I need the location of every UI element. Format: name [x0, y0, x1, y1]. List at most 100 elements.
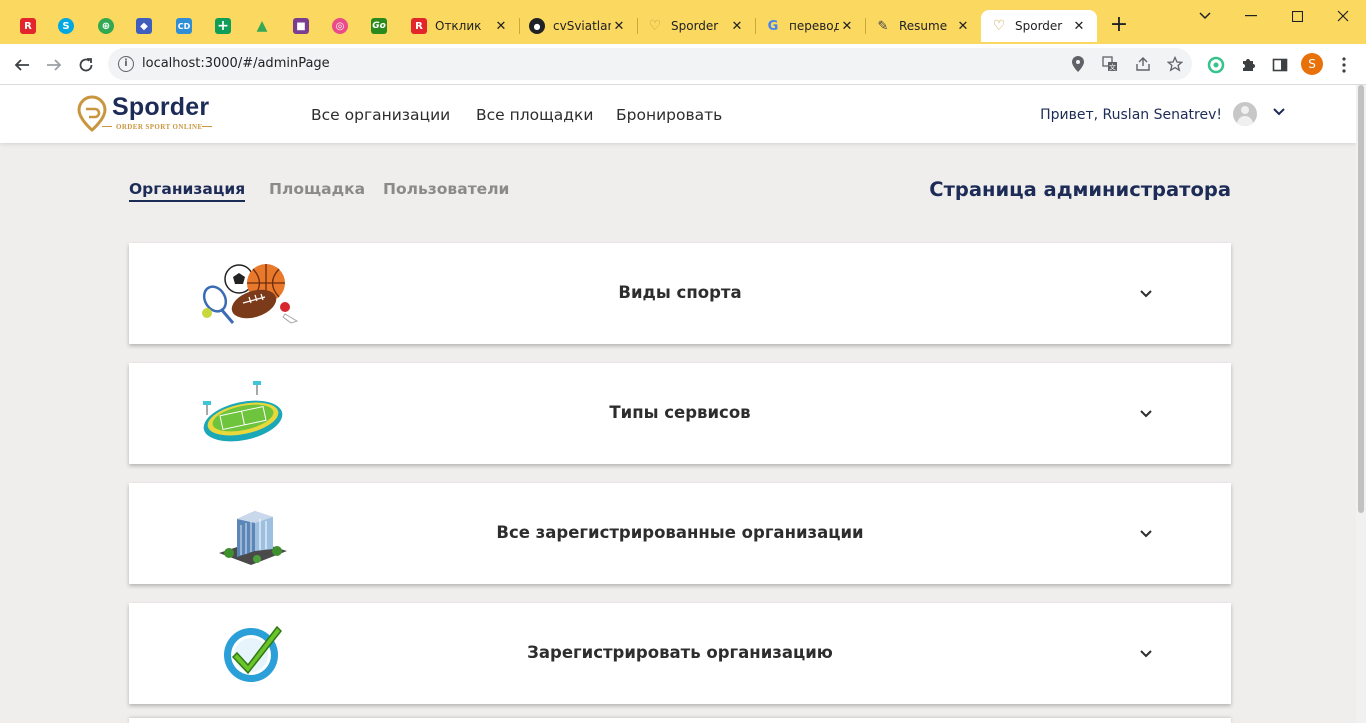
browser-toolbar: i localhost:3000/#/adminPage 文 S [0, 44, 1366, 85]
chevron-down-icon[interactable] [1139, 287, 1153, 301]
tab-translator[interactable]: G переводч ✕ [755, 10, 865, 42]
site-header: Sporder ORDER SPORT ONLINE Все организац… [0, 85, 1356, 143]
go-icon: Go [371, 18, 387, 34]
close-icon[interactable]: ✕ [839, 19, 855, 34]
url-text[interactable]: localhost:3000/#/adminPage [142, 56, 330, 71]
nav-all-venues[interactable]: Все площадки [476, 106, 593, 124]
logo-rule-right [202, 126, 212, 127]
chevron-down-icon[interactable] [1139, 647, 1153, 661]
close-icon[interactable]: ✕ [611, 19, 627, 34]
close-icon[interactable]: ✕ [493, 19, 509, 34]
tab-otklik[interactable]: R Отклик ✕ [401, 10, 519, 42]
close-icon [1337, 10, 1349, 22]
tab-venue[interactable]: Площадка [269, 180, 365, 200]
accordion-title: Типы сервисов [609, 403, 751, 422]
tab-sporder-active[interactable]: ♡ Sporder ✕ [981, 10, 1097, 42]
pinned-tab-8[interactable]: ■ [285, 10, 317, 42]
info-icon[interactable]: i [118, 56, 134, 72]
close-icon[interactable]: ✕ [1071, 19, 1087, 34]
red-r-icon: R [411, 18, 427, 34]
pinned-tab-1[interactable]: R [12, 10, 44, 42]
close-icon[interactable]: ✕ [955, 19, 971, 34]
location-pin-icon[interactable] [1069, 55, 1087, 73]
side-panel-icon[interactable] [1270, 55, 1290, 75]
maximize-button[interactable] [1274, 4, 1320, 28]
user-greeting: Привет, Ruslan Senatrev! [1040, 107, 1222, 123]
tab-search-button[interactable] [1182, 4, 1228, 28]
nav-all-organizations[interactable]: Все организации [311, 106, 450, 124]
pinned-tab-5[interactable]: CD [168, 10, 200, 42]
page-scrollbar[interactable] [1356, 85, 1366, 723]
accordion-next-partial [129, 718, 1231, 723]
tab-sporder[interactable]: ♡ Sporder ✕ [637, 10, 755, 42]
drive-icon: ▲ [256, 18, 268, 34]
page-title: Страница администратора [929, 178, 1231, 201]
logo-text: Sporder [112, 93, 210, 121]
site-logo[interactable]: Sporder ORDER SPORT ONLINE [76, 93, 216, 135]
minimize-button[interactable] [1228, 4, 1274, 28]
profile-avatar[interactable]: S [1301, 53, 1323, 75]
bookmark-star-icon[interactable] [1166, 55, 1184, 73]
sheets-plus-icon: + [215, 18, 231, 34]
accordion-register-organization[interactable]: Зарегистрировать организацию [129, 603, 1231, 704]
extensions-puzzle-icon[interactable] [1238, 55, 1258, 75]
pinned-tab-7[interactable]: ▲ [246, 10, 278, 42]
scrollbar-thumb[interactable] [1358, 85, 1364, 513]
cd-icon: CD [176, 18, 192, 34]
chevron-down-icon[interactable] [1139, 407, 1153, 421]
tab-title: Resume [899, 19, 948, 33]
purple-square-icon: ■ [293, 18, 309, 34]
pinned-tab-6[interactable]: + [207, 10, 239, 42]
accordion-service-types[interactable]: Типы сервисов [129, 363, 1231, 464]
extension-green-icon[interactable] [1206, 55, 1226, 75]
new-tab-button[interactable]: + [1108, 14, 1130, 36]
nav-book[interactable]: Бронировать [616, 106, 722, 124]
tab-title: Sporder [1015, 19, 1063, 33]
green-circle-icon: ⊕ [98, 18, 114, 34]
tab-resume[interactable]: ✎ Resume ✕ [865, 10, 981, 42]
dribbble-icon: ◎ [332, 18, 348, 34]
accordion-title: Зарегистрировать организацию [527, 643, 833, 662]
pinned-tab-2[interactable]: S [50, 10, 82, 42]
pinned-tab-4[interactable]: ◆ [128, 10, 160, 42]
sporder-icon: ♡ [992, 18, 1006, 34]
accordion-title: Виды спорта [618, 283, 742, 302]
pinned-tab-3[interactable]: ⊕ [90, 10, 122, 42]
arrow-left-icon [14, 59, 29, 71]
window-close-button[interactable] [1320, 4, 1366, 28]
maximize-icon [1291, 10, 1303, 22]
google-icon: G [767, 18, 779, 34]
translate-icon[interactable]: 文 [1101, 55, 1119, 73]
user-avatar[interactable] [1233, 102, 1257, 126]
tab-title: Sporder [671, 19, 719, 33]
reload-button[interactable] [73, 52, 99, 78]
tab-title: переводч [789, 19, 839, 33]
sporder-logo-icon [77, 95, 107, 132]
accordion-registered-organizations[interactable]: Все зарегистрированные организации [129, 483, 1231, 584]
skype-s-icon: S [58, 18, 74, 34]
tab-title: cvSviatlan [553, 19, 611, 33]
github-icon: ● [529, 18, 545, 34]
share-icon[interactable] [1134, 55, 1152, 73]
back-button[interactable] [9, 52, 35, 78]
avatar-head-shape [1241, 106, 1249, 114]
tab-cvsviatlan[interactable]: ● cvSviatlan ✕ [519, 10, 637, 42]
accordion-sports-types[interactable]: Виды спорта [129, 243, 1231, 344]
doc-edit-icon: ✎ [877, 18, 889, 34]
tab-title: Отклик [435, 19, 482, 33]
tab-organization[interactable]: Организация [129, 180, 246, 202]
arrow-right-icon [47, 59, 62, 71]
browser-menu-icon[interactable] [1334, 55, 1354, 75]
pinned-tab-10[interactable]: Go [363, 10, 395, 42]
sporder-icon: ♡ [648, 18, 662, 34]
chevron-down-icon[interactable] [1272, 105, 1286, 119]
avatar-body-shape [1237, 116, 1253, 126]
chevron-down-icon[interactable] [1139, 527, 1153, 541]
address-bar[interactable]: i localhost:3000/#/adminPage 文 [108, 48, 1192, 80]
pinned-tab-9[interactable]: ◎ [324, 10, 356, 42]
close-icon[interactable]: ✕ [729, 19, 745, 34]
logo-rule-left [102, 126, 112, 127]
forward-button[interactable] [41, 52, 67, 78]
reload-icon [79, 58, 93, 72]
tab-users[interactable]: Пользователи [383, 180, 509, 200]
